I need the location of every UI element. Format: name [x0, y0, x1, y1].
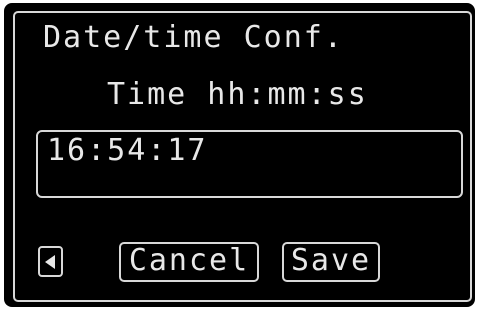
- time-input-value: 16:54:17: [47, 133, 208, 168]
- time-input[interactable]: 16:54:17: [36, 130, 463, 198]
- lcd-screen: Date/time Conf. Time hh:mm:ss 16:54:17 C…: [4, 3, 475, 307]
- lcd-frame: Date/time Conf. Time hh:mm:ss 16:54:17 C…: [13, 11, 472, 302]
- page-title: Date/time Conf.: [43, 20, 344, 55]
- left-triangle-icon: [45, 255, 55, 269]
- back-button[interactable]: [38, 246, 63, 277]
- time-format-label: Time hh:mm:ss: [107, 77, 368, 112]
- cancel-button[interactable]: Cancel: [119, 242, 259, 282]
- save-button[interactable]: Save: [282, 242, 380, 282]
